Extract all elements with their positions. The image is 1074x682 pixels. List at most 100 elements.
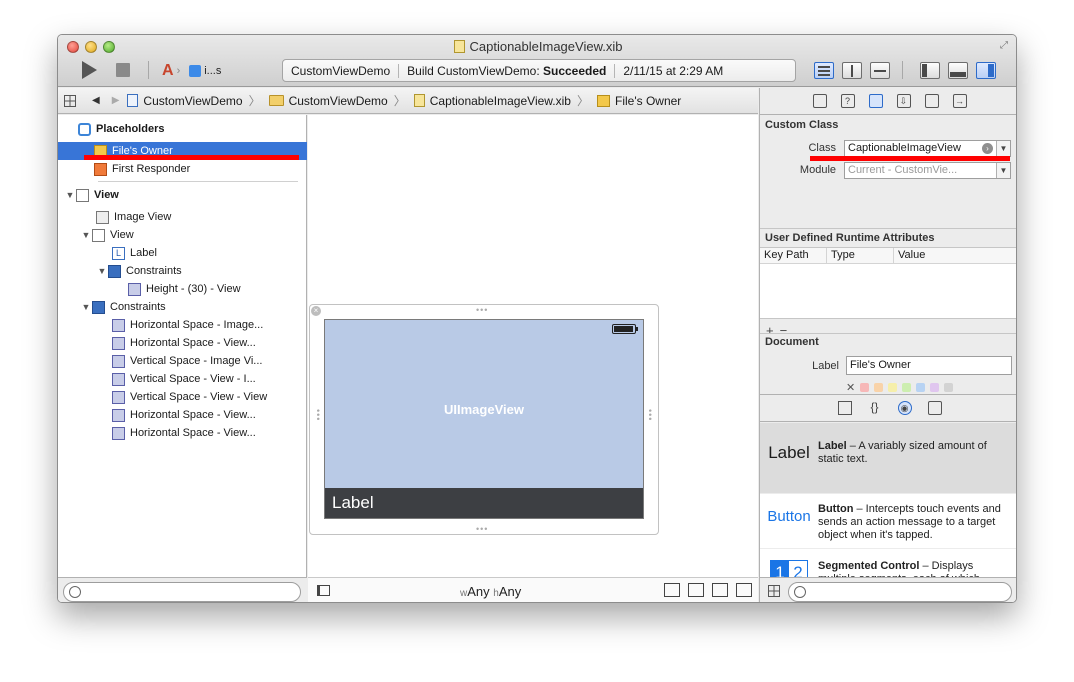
identity-inspector-icon[interactable] <box>868 94 883 108</box>
constraint-item[interactable]: Vertical Space - Image Vi... <box>58 352 307 370</box>
label-icon: L <box>112 246 125 260</box>
outline-item-inner-view[interactable]: ▼ View <box>58 226 307 244</box>
color-swatch-yellow[interactable] <box>888 383 898 392</box>
color-swatch-gray[interactable] <box>944 383 954 392</box>
debug-area-toggle-icon[interactable] <box>948 62 968 79</box>
highlight-annotation <box>810 156 1010 161</box>
toolbar-separator <box>902 61 903 79</box>
constraint-item[interactable]: Horizontal Space - Image... <box>58 316 307 334</box>
doc-label-input[interactable]: File's Owner <box>846 356 1012 375</box>
module-combo[interactable]: Current - CustomVie... ▼ <box>844 162 1011 179</box>
ib-canvas[interactable]: × ••• ••• ••• ••• UIImageView Label wAny… <box>308 115 758 602</box>
constraint-icon <box>112 336 125 350</box>
filter-icon <box>69 586 81 598</box>
disclosure-triangle-icon[interactable]: ▼ <box>80 302 92 312</box>
breadcrumb-group[interactable]: CustomViewDemo 〉 <box>268 92 406 109</box>
autolayout-tools <box>664 583 752 597</box>
outline-item-image-view[interactable]: Image View <box>58 208 307 226</box>
constraint-item[interactable]: Vertical Space - View - View <box>58 388 307 406</box>
document-heading: Document <box>765 336 819 348</box>
constraint-icon <box>112 354 125 368</box>
constraints-icon <box>92 300 105 314</box>
color-swatch-blue[interactable] <box>916 383 926 392</box>
utilities-toggle-icon[interactable] <box>976 62 996 79</box>
object-library-icon[interactable]: ◉ <box>897 401 912 415</box>
pin-icon[interactable] <box>688 583 704 597</box>
breadcrumb-file[interactable]: CaptionableImageView.xib 〉 <box>413 92 589 109</box>
outline-item-first-responder[interactable]: First Responder <box>58 160 307 178</box>
constraint-item[interactable]: Horizontal Space - View... <box>58 334 307 352</box>
constraint-icon <box>112 426 125 440</box>
quick-help-icon[interactable]: ? <box>840 94 855 108</box>
file-template-library-icon[interactable] <box>837 401 852 415</box>
library-tabs: {} ◉ <box>760 394 1016 422</box>
battery-icon <box>612 324 638 334</box>
fullscreen-icon[interactable]: ⤢ <box>1000 40 1012 52</box>
outline-item-label[interactable]: L Label <box>58 244 307 262</box>
caption-label[interactable]: Label <box>325 488 643 518</box>
close-icon[interactable]: × <box>311 306 321 316</box>
label-color-picker: ✕ <box>846 381 954 394</box>
resize-handle-left[interactable]: ••• <box>313 409 323 421</box>
outline-item-root-constraints[interactable]: ▼ Constraints <box>58 298 307 316</box>
constraint-item[interactable]: Vertical Space - View - I... <box>58 370 307 388</box>
outline-item-height-constraint[interactable]: Height - (30) - View <box>58 280 307 298</box>
version-editor-icon[interactable] <box>870 62 890 79</box>
color-swatch-green[interactable] <box>902 383 912 392</box>
first-responder-icon <box>94 162 107 176</box>
code-snippet-library-icon[interactable]: {} <box>868 401 882 415</box>
chevron-down-icon[interactable]: ▼ <box>996 163 1010 178</box>
back-arrow-icon[interactable]: ◀ <box>92 95 100 106</box>
scheme-selector[interactable]: A › i...s <box>162 61 221 81</box>
forward-arrow-icon[interactable]: ▶ <box>112 95 120 106</box>
udra-header-row: Key Path Type Value <box>760 248 1016 264</box>
outline-filter-input[interactable] <box>63 582 301 602</box>
clear-color-icon[interactable]: ✕ <box>846 381 855 394</box>
image-view-placeholder[interactable]: UIImageView <box>325 402 643 417</box>
media-library-icon[interactable] <box>927 401 942 415</box>
color-swatch-orange[interactable] <box>874 383 884 392</box>
disclosure-triangle-icon[interactable]: ▼ <box>80 230 92 240</box>
resize-handle-right[interactable]: ••• <box>645 409 655 421</box>
related-items-icon[interactable] <box>64 94 76 107</box>
disclosure-triangle-icon[interactable]: ▼ <box>64 190 76 200</box>
outline-item-view[interactable]: ▼ View <box>58 186 307 204</box>
outline-item-inner-constraints[interactable]: ▼ Constraints <box>58 262 307 280</box>
library-item-segmented-control[interactable]: 1 2 Segmented Control – Displays multipl… <box>760 549 1016 577</box>
udra-heading: User Defined Runtime Attributes <box>765 232 935 244</box>
size-inspector-icon[interactable] <box>924 94 939 108</box>
navigate-arrow-icon[interactable]: › <box>982 143 993 154</box>
size-class-selector[interactable]: wAny hAny <box>460 584 521 599</box>
library-item-label[interactable]: Label Label – A variably sized amount of… <box>760 423 1016 493</box>
disclosure-triangle-icon[interactable]: ▼ <box>96 266 108 276</box>
udra-table[interactable]: Key Path Type Value <box>760 247 1016 319</box>
constraint-item[interactable]: Horizontal Space - View... <box>58 424 307 442</box>
resize-handle-top[interactable]: ••• <box>476 305 488 315</box>
custom-view[interactable]: UIImageView Label <box>324 319 644 519</box>
align-icon[interactable] <box>664 583 680 597</box>
document-outline-toggle-icon[interactable] <box>317 585 330 596</box>
breadcrumb-project[interactable]: CustomViewDemo 〉 <box>127 92 261 109</box>
class-combo[interactable]: CaptionableImageView › ▼ <box>844 140 1011 157</box>
stop-button[interactable] <box>116 63 130 77</box>
resolve-issues-icon[interactable] <box>712 583 728 597</box>
navigator-toggle-icon[interactable] <box>920 62 940 79</box>
assistant-editor-icon[interactable] <box>842 62 862 79</box>
attributes-inspector-icon[interactable]: ⇩ <box>896 94 911 108</box>
resizing-behavior-icon[interactable] <box>736 583 752 597</box>
color-swatch-red[interactable] <box>860 383 870 392</box>
connections-inspector-icon[interactable]: → <box>952 94 967 108</box>
status-project: CustomViewDemo <box>291 63 391 78</box>
grid-view-icon[interactable] <box>768 585 780 597</box>
xib-scene[interactable]: × ••• ••• ••• ••• UIImageView Label <box>309 304 659 535</box>
chevron-down-icon[interactable]: ▼ <box>996 141 1010 156</box>
constraint-item[interactable]: Horizontal Space - View... <box>58 406 307 424</box>
run-button[interactable] <box>82 61 97 79</box>
library-item-button[interactable]: Button Button – Intercepts touch events … <box>760 494 1016 548</box>
standard-editor-icon[interactable] <box>814 62 834 79</box>
file-inspector-icon[interactable] <box>812 94 827 108</box>
color-swatch-purple[interactable] <box>930 383 940 392</box>
library-filter-input[interactable] <box>788 582 1012 602</box>
resize-handle-bottom[interactable]: ••• <box>476 524 488 534</box>
breadcrumb-object[interactable]: File's Owner <box>596 94 681 108</box>
